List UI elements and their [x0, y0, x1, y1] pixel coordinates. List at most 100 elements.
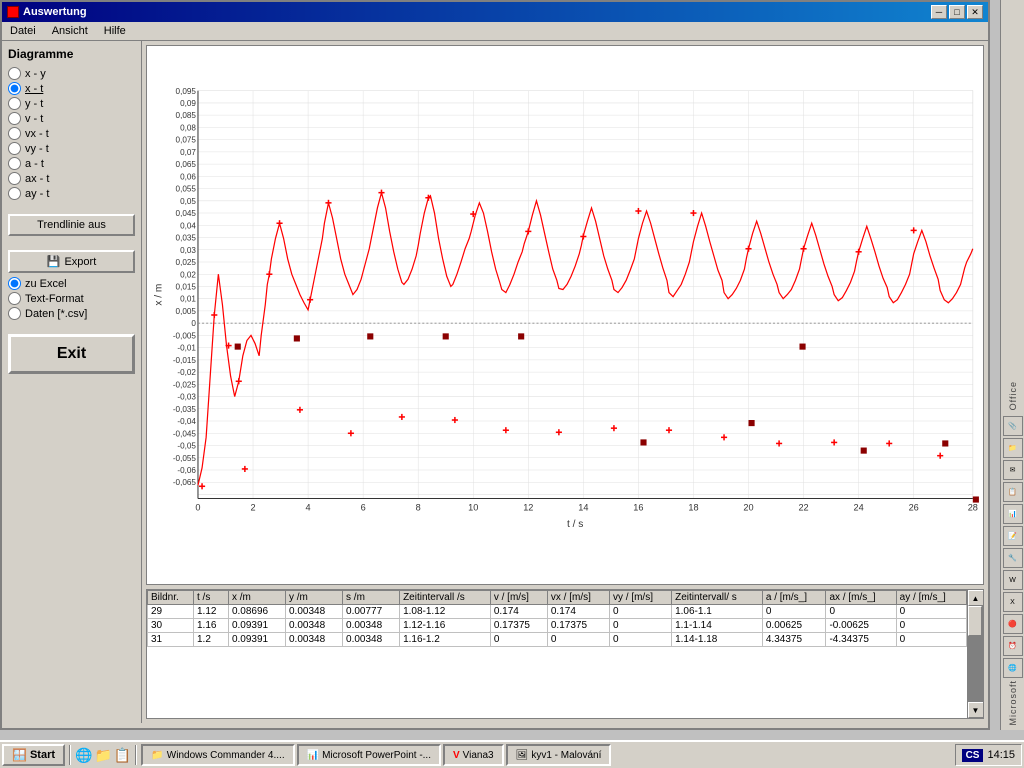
svg-text:28: 28	[968, 503, 978, 513]
export-text[interactable]: Text-Format	[8, 292, 135, 305]
trendline-button[interactable]: Trendlinie aus	[8, 214, 135, 236]
office-icon-5[interactable]: 📊	[1003, 504, 1023, 524]
quick-folder-icon[interactable]: 📁	[94, 747, 111, 764]
viana-label: Viana3	[463, 750, 494, 761]
main-window: Auswertung ─ □ ✕ Datei Ansicht Hilfe Dia…	[0, 0, 990, 730]
radio-vyt[interactable]: vy - t	[8, 142, 135, 155]
office-label: Office	[1008, 381, 1018, 410]
svg-text:12: 12	[523, 503, 533, 513]
quick-app-icon[interactable]: 📋	[114, 747, 131, 764]
svg-text:0,03: 0,03	[180, 246, 196, 255]
svg-text:0,015: 0,015	[176, 283, 197, 292]
microsoft-label: Microsoft	[1008, 680, 1018, 726]
commander-label: Windows Commander 4....	[167, 750, 285, 761]
radio-axt[interactable]: ax - t	[8, 172, 135, 185]
office-icon-6[interactable]: 📝	[1003, 526, 1023, 546]
radio-vxt[interactable]: vx - t	[8, 127, 135, 140]
col-bildnr: Bildnr.	[148, 591, 194, 605]
radio-xt[interactable]: x - t	[8, 82, 135, 95]
office-icon-12[interactable]: 🌐	[1003, 658, 1023, 678]
office-icon-8[interactable]: W	[1003, 570, 1023, 590]
svg-text:0,065: 0,065	[176, 160, 197, 169]
svg-text:-0,02: -0,02	[177, 368, 196, 377]
taskbar-btn-malprog[interactable]: 🖼 kyv1 - Malování	[506, 744, 612, 766]
radio-vt[interactable]: v - t	[8, 112, 135, 125]
data-table-container: Bildnr. t /s x /m y /m s /m Zeitinterval…	[146, 589, 984, 719]
svg-text:0,01: 0,01	[180, 295, 196, 304]
title-bar: Auswertung ─ □ ✕	[2, 2, 988, 22]
lang-indicator: CS	[962, 749, 984, 762]
col-x: x /m	[228, 591, 285, 605]
col-s: s /m	[343, 591, 400, 605]
svg-text:10: 10	[468, 503, 478, 513]
svg-text:-0,055: -0,055	[173, 454, 197, 463]
menu-hilfe[interactable]: Hilfe	[100, 24, 130, 38]
start-button[interactable]: 🪟 Start	[2, 744, 65, 766]
office-icon-9[interactable]: X	[1003, 592, 1023, 612]
svg-text:0,055: 0,055	[176, 185, 197, 194]
svg-text:14: 14	[578, 503, 588, 513]
col-v: v / [m/s]	[490, 591, 547, 605]
table-row: 311.20.093910.003480.003481.16-1.20001.1…	[148, 633, 967, 647]
svg-text:16: 16	[633, 503, 643, 513]
office-icon-4[interactable]: 📋	[1003, 482, 1023, 502]
radio-ayt[interactable]: ay - t	[8, 187, 135, 200]
col-y: y /m	[286, 591, 343, 605]
svg-text:-0,025: -0,025	[173, 380, 197, 389]
time-display: 14:15	[987, 749, 1015, 761]
maximize-button[interactable]: □	[949, 5, 965, 19]
svg-text:0,06: 0,06	[180, 172, 196, 181]
office-icons: 📎 📁 ✉ 📋 📊 📝 🔧 W X 🔴 ⏰ 🌐	[1001, 414, 1024, 680]
quick-ie-icon[interactable]: 🌐	[75, 747, 92, 764]
table-row: 301.160.093910.003480.003481.12-1.160.17…	[148, 619, 967, 633]
svg-text:18: 18	[688, 503, 698, 513]
office-icon-3[interactable]: ✉	[1003, 460, 1023, 480]
data-table-scroll[interactable]: Bildnr. t /s x /m y /m s /m Zeitinterval…	[147, 590, 967, 718]
office-icon-1[interactable]: 📎	[1003, 416, 1023, 436]
svg-text:-0,005: -0,005	[173, 331, 197, 340]
title-bar-left: Auswertung	[7, 6, 87, 18]
close-button[interactable]: ✕	[967, 5, 983, 19]
office-icon-7[interactable]: 🔧	[1003, 548, 1023, 568]
viana-icon: V	[453, 750, 460, 761]
office-icon-10[interactable]: 🔴	[1003, 614, 1023, 634]
svg-text:0,075: 0,075	[176, 136, 197, 145]
radio-yt[interactable]: y - t	[8, 97, 135, 110]
scroll-up-arrow[interactable]: ▲	[968, 590, 984, 606]
taskbar-btn-viana[interactable]: V Viana3	[443, 744, 504, 766]
svg-text:t / s: t / s	[567, 519, 583, 530]
menu-datei[interactable]: Datei	[6, 24, 40, 38]
svg-text:0,04: 0,04	[180, 221, 196, 230]
svg-text:0,09: 0,09	[180, 99, 196, 108]
col-vx: vx / [m/s]	[547, 591, 609, 605]
svg-text:-0,06: -0,06	[177, 466, 196, 475]
window-title: Auswertung	[23, 6, 87, 18]
scroll-thumb[interactable]	[968, 606, 982, 636]
taskbar-separator-2	[135, 745, 137, 765]
panel-title: Diagramme	[8, 47, 135, 61]
title-controls: ─ □ ✕	[931, 5, 983, 19]
taskbar-btn-powerpoint[interactable]: 📊 Microsoft PowerPoint -...	[297, 744, 441, 766]
office-icon-11[interactable]: ⏰	[1003, 636, 1023, 656]
taskbar-btn-commander[interactable]: 📁 Windows Commander 4....	[141, 744, 294, 766]
svg-text:-0,045: -0,045	[173, 429, 197, 438]
quick-launch: 🌐 📁 📋	[75, 747, 131, 764]
svg-text:-0,035: -0,035	[173, 405, 197, 414]
menu-ansicht[interactable]: Ansicht	[48, 24, 92, 38]
export-csv[interactable]: Daten [*.csv]	[8, 307, 135, 320]
radio-at[interactable]: a - t	[8, 157, 135, 170]
powerpoint-icon: 📊	[307, 750, 319, 761]
taskbar-system-tray: CS 14:15	[955, 744, 1022, 766]
export-excel[interactable]: zu Excel	[8, 277, 135, 290]
scroll-track	[968, 606, 983, 702]
minimize-button[interactable]: ─	[931, 5, 947, 19]
svg-text:0,08: 0,08	[180, 123, 196, 132]
table-scrollbar[interactable]: ▲ ▼	[967, 590, 983, 718]
office-icon-2[interactable]: 📁	[1003, 438, 1023, 458]
scroll-down-arrow[interactable]: ▼	[968, 702, 984, 718]
svg-text:-0,04: -0,04	[177, 417, 196, 426]
export-button[interactable]: 💾 Export	[8, 250, 135, 273]
exit-button[interactable]: Exit	[8, 334, 135, 374]
col-zeitintervall1: Zeitintervall /s	[400, 591, 491, 605]
radio-xy[interactable]: x - y	[8, 67, 135, 80]
